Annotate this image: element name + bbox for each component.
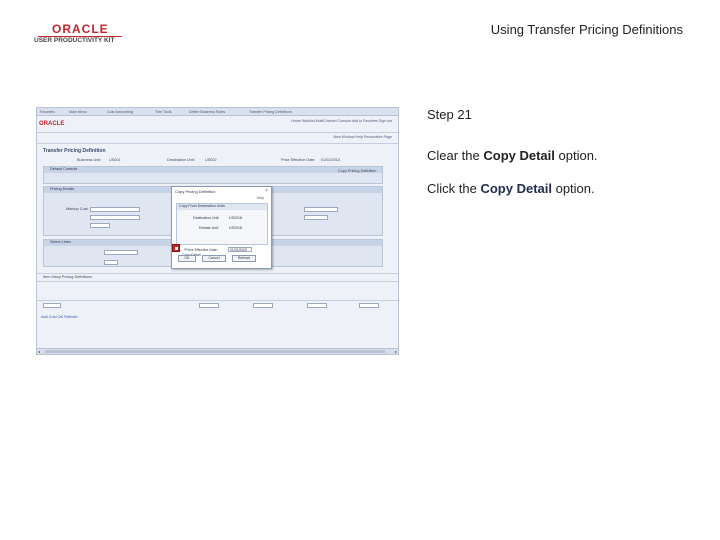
page-title: Using Transfer Pricing Definitions — [490, 22, 683, 37]
rebate-unit-label: Rebate Unit: — [199, 226, 219, 230]
business-unit-value: US001 — [109, 158, 121, 162]
number-field[interactable] — [90, 223, 110, 228]
tab-define-business-rules[interactable]: Define Business Rules — [189, 110, 225, 115]
instruction-1-suffix: option. — [554, 148, 598, 163]
instruction-2-bold: Copy Detail — [480, 181, 552, 196]
number-field[interactable] — [104, 260, 118, 265]
copy-from-group: Copy From Destination Units Destination … — [176, 203, 268, 245]
select-field[interactable] — [304, 215, 328, 220]
instruction-2-suffix: option. — [551, 181, 595, 196]
instruction-line-2: Click the Copy Detail option. — [427, 181, 595, 196]
markup-field[interactable] — [90, 207, 140, 212]
effective-date-value: 01/02/2010 — [321, 158, 341, 162]
rebate-unit-value: US2018 — [229, 226, 242, 230]
tab-cost-accounting[interactable]: Cost Accounting — [107, 110, 133, 115]
application-screenshot: Favorites Main Menu Cost Accounting Tree… — [36, 107, 399, 355]
divider — [37, 300, 398, 301]
destination-unit-label: Destination Unit: — [193, 216, 220, 220]
select-field[interactable] — [304, 207, 338, 212]
ok-button[interactable]: OK — [178, 255, 196, 262]
tab-favorites[interactable]: Favorites — [40, 110, 55, 115]
markup-label: Markup Cost: — [66, 207, 89, 211]
instruction-line-1: Clear the Copy Detail option. — [427, 148, 598, 163]
dialog-title: Copy Pricing Definition — [175, 189, 216, 194]
grid-cell[interactable] — [199, 303, 219, 308]
divider — [37, 273, 398, 274]
tab-main-menu[interactable]: Main Menu — [69, 110, 87, 115]
transfer-pricing-title: Transfer Pricing Definition — [43, 148, 106, 154]
copy-pricing-dialog: Copy Pricing Definition × Help Copy From… — [171, 186, 272, 269]
oracle-mini-logo: ORACLE — [39, 121, 65, 127]
instruction-1-bold: Copy Detail — [483, 148, 555, 163]
section-header: Default Controls — [44, 167, 382, 173]
divider — [37, 281, 398, 282]
scroll-left-icon[interactable]: ◂ — [38, 349, 40, 354]
refresh-button[interactable]: Refresh — [232, 255, 256, 262]
copy-pricing-link[interactable]: Copy Pricing Definition — [338, 169, 376, 173]
destination-unit-value: US2018 — [229, 216, 242, 220]
select-lines-field[interactable] — [104, 250, 138, 255]
logo-subtitle: USER PRODUCTIVITY KIT — [34, 37, 115, 44]
scroll-right-icon[interactable]: ▸ — [395, 349, 397, 354]
cancel-button[interactable]: Cancel — [202, 255, 226, 262]
copy-detail-checkbox[interactable] — [172, 244, 180, 252]
default-controls-section: Default Controls Copy Pricing Definition — [43, 166, 383, 184]
grid-cell[interactable] — [359, 303, 379, 308]
logo-brand: ORACLE — [52, 22, 109, 36]
price-effective-date-input[interactable]: 01/01/2009 — [228, 247, 252, 252]
tab-tree-tools[interactable]: Tree Tools — [155, 110, 172, 115]
markup-field[interactable] — [90, 215, 140, 220]
bottom-buttons[interactable]: Add Cost OK Refresh — [41, 315, 78, 319]
instruction-1-prefix: Clear the — [427, 148, 484, 163]
divider — [37, 143, 398, 144]
destination-unit-label: Destination Unit: — [167, 158, 195, 162]
instruction-2-prefix: Click the — [427, 181, 481, 196]
oracle-upk-logo: ORACLE USER PRODUCTIVITY KIT — [34, 22, 124, 48]
top-links-secondary[interactable]: New Window Help Personalize Page — [333, 135, 392, 139]
price-effective-date-label: *Price Effective Date: — [184, 248, 218, 252]
close-icon[interactable]: × — [265, 188, 268, 194]
business-unit-label: Business Unit: — [77, 158, 102, 162]
nav-tabs: Favorites Main Menu Cost Accounting Tree… — [37, 108, 398, 116]
step-number: Step 21 — [427, 107, 472, 122]
help-link[interactable]: Help — [257, 196, 264, 200]
horizontal-scrollbar[interactable]: ◂ ▸ — [37, 348, 398, 354]
tab-transfer-pricing[interactable]: Transfer Pricing Definitions — [249, 110, 292, 115]
divider — [37, 132, 398, 133]
group-header: Copy From Destination Units — [177, 204, 267, 210]
scrollbar-thumb[interactable] — [45, 350, 385, 353]
grid-cell[interactable] — [253, 303, 273, 308]
effective-date-label: Price Effective Date: — [281, 158, 316, 162]
top-links[interactable]: Home Worklist MultiChannel Console Add t… — [291, 119, 392, 123]
grid-cell[interactable] — [43, 303, 61, 308]
destination-unit-value: US002 — [205, 158, 217, 162]
grid-cell[interactable] — [307, 303, 327, 308]
many-pricing-header: Item Many Pricing Definitions — [43, 275, 93, 279]
